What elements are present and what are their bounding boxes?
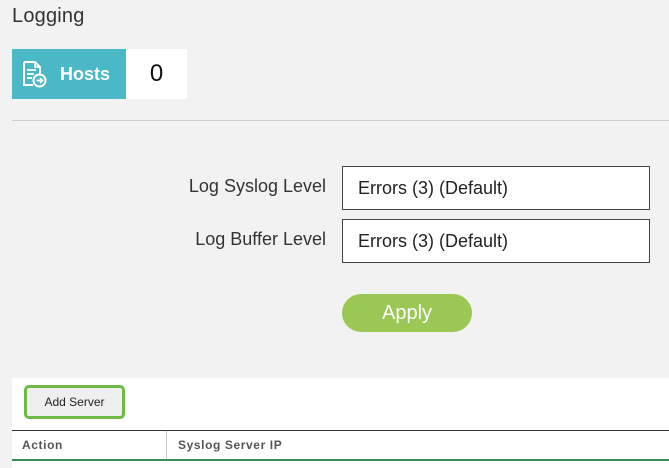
hosts-tile-label-section: Hosts xyxy=(12,49,126,99)
add-server-button[interactable]: Add Server xyxy=(24,385,125,419)
syslog-level-select[interactable]: Errors (3) (Default) xyxy=(342,166,650,210)
hosts-count: 0 xyxy=(126,49,187,99)
apply-button[interactable]: Apply xyxy=(342,294,472,332)
logging-page: Logging Hosts 0 Log Syslog Level Errors … xyxy=(0,0,669,468)
table-header: Action Syslog Server IP xyxy=(12,430,669,461)
syslog-level-label: Log Syslog Level xyxy=(188,176,326,196)
buffer-level-select[interactable]: Errors (3) (Default) xyxy=(342,219,650,263)
column-header-action[interactable]: Action xyxy=(22,431,63,459)
hosts-label: Hosts xyxy=(60,63,111,84)
hosts-tile[interactable]: Hosts 0 xyxy=(12,49,187,99)
buffer-level-label: Log Buffer Level xyxy=(195,229,326,249)
page-title: Logging xyxy=(12,5,85,27)
column-header-syslog-server-ip[interactable]: Syslog Server IP xyxy=(178,431,282,459)
document-arrow-icon xyxy=(23,61,47,88)
syslog-servers-panel: Add Server Action Syslog Server IP xyxy=(12,378,669,468)
column-separator xyxy=(166,431,167,459)
section-divider xyxy=(12,120,669,121)
